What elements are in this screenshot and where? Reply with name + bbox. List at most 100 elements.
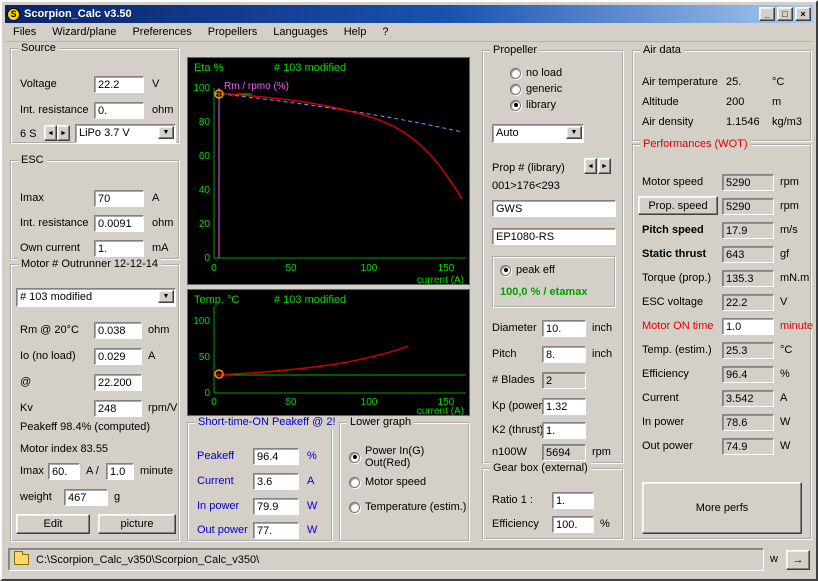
prop-spin-up-icon[interactable]: ►	[598, 158, 611, 174]
menu-help[interactable]: Help	[336, 24, 375, 41]
edit-button[interactable]: Edit	[16, 514, 90, 534]
weight-field[interactable]: 467	[64, 489, 108, 506]
radio-no-load[interactable]: no load	[510, 66, 562, 80]
radio-label: Motor speed	[365, 476, 426, 488]
out-power-unit: W	[780, 440, 790, 453]
motor-group: Motor # Outrunner 12-12-14 # 103 modifie…	[10, 264, 180, 542]
prop-mode-dropdown[interactable]: Auto ▼	[492, 124, 584, 143]
prop-speed-button[interactable]: Prop. speed	[638, 196, 718, 215]
more-perfs-button[interactable]: More perfs	[642, 482, 802, 534]
kv-label: Kv	[20, 402, 33, 415]
menu-preferences[interactable]: Preferences	[124, 24, 199, 41]
in-power-value: 78.6	[722, 414, 774, 431]
menu-files[interactable]: Files	[5, 24, 44, 41]
kv-field[interactable]: 248	[94, 400, 142, 417]
esc-own-current-field[interactable]: 1.	[94, 240, 144, 257]
air-temp-unit: °C	[772, 76, 784, 89]
temp-estim-unit: °C	[780, 344, 792, 357]
close-button[interactable]: ×	[795, 7, 811, 21]
motor-imax-label: Imax	[20, 465, 44, 478]
menu-wizard-plane[interactable]: Wizard/plane	[44, 24, 124, 41]
air-density-label: Air density	[642, 116, 693, 129]
menu-question[interactable]: ?	[374, 24, 396, 41]
x-tick: 0	[211, 263, 217, 274]
gear-efficiency-field[interactable]: 100.	[552, 516, 594, 533]
prop-brand-field[interactable]: GWS	[492, 200, 616, 217]
diameter-label: Diameter	[492, 322, 537, 335]
motor-on-time-field[interactable]: 1.0	[722, 318, 774, 335]
at-temp-field[interactable]: 22.200	[94, 374, 142, 391]
pitch-speed-unit: m/s	[780, 224, 798, 237]
pitch-label: Pitch	[492, 348, 516, 361]
esc-int-resistance-field[interactable]: 0.0091	[94, 215, 144, 232]
cells-spin-down-icon[interactable]: ◄	[44, 125, 57, 141]
peak-eff-box: peak eff 100,0 % / etamax	[492, 256, 616, 308]
torque-unit: mN.m	[780, 272, 809, 285]
radio-library[interactable]: library	[510, 98, 556, 112]
in-power-label: In power	[642, 416, 684, 429]
y-tick: 40	[199, 185, 211, 196]
motor-time-field[interactable]: 1.0	[106, 463, 134, 480]
n100w-unit: rpm	[592, 446, 611, 459]
minimize-button[interactable]: _	[759, 7, 775, 21]
esc-own-current-label: Own current	[20, 242, 80, 255]
weight-unit: g	[114, 491, 120, 504]
st-in-power-value: 79.9	[253, 498, 299, 515]
dropdown-arrow-icon[interactable]: ▼	[158, 126, 174, 139]
rm-field[interactable]: 0.038	[94, 322, 142, 339]
voltage-field[interactable]: 22.2	[94, 76, 144, 93]
motor-imax-field[interactable]: 60.	[48, 463, 80, 480]
radio-peak-eff[interactable]: peak eff	[500, 263, 555, 277]
x-tick: 100	[361, 263, 378, 274]
radio-label: Power In(G) Out(Red)	[365, 445, 468, 469]
battery-type-dropdown[interactable]: LiPo 3.7 V ▼	[75, 124, 176, 143]
torque-label: Torque (prop.)	[642, 272, 711, 285]
dropdown-arrow-icon[interactable]: ▼	[566, 126, 582, 139]
st-peakeff-label: Peakeff	[197, 450, 234, 463]
cell-count-label: 6 S	[20, 128, 37, 141]
io-unit: A	[148, 350, 155, 363]
cells-spin-up-icon[interactable]: ►	[57, 125, 70, 141]
source-int-resistance-field[interactable]: 0.	[94, 102, 144, 119]
kv-unit: rpm/V	[148, 402, 177, 415]
x-tick: 50	[285, 263, 297, 274]
blades-label: # Blades	[492, 374, 535, 387]
radio-temperature[interactable]: Temperature (estim.)	[349, 500, 466, 514]
pitch-speed-label: Pitch speed	[642, 224, 704, 237]
ratio-field[interactable]: 1.	[552, 492, 594, 509]
prop-spin-down-icon[interactable]: ◄	[584, 158, 597, 174]
motor-speed-label: Motor speed	[642, 176, 703, 189]
motor-preset-dropdown[interactable]: # 103 modified ▼	[16, 288, 176, 307]
window-title: Scorpion_Calc v3.50	[24, 8, 132, 20]
temperature-curve	[214, 346, 408, 375]
esc-imax-field[interactable]: 70	[94, 190, 144, 207]
altitude-label: Altitude	[642, 96, 679, 109]
performances-group: Performances (WOT) Motor speed 5290 rpm …	[632, 144, 812, 540]
radio-label: peak eff	[516, 264, 555, 276]
prop-speed-unit: rpm	[780, 200, 799, 213]
prop-speed-value: 5290	[722, 198, 774, 215]
y-tick: 50	[199, 352, 211, 363]
weight-label: weight	[20, 491, 52, 504]
esc-voltage-label: ESC voltage	[642, 296, 703, 309]
kp-field[interactable]: 1.32	[542, 398, 586, 415]
k2-field[interactable]: 1.	[542, 422, 586, 439]
radio-icon	[510, 100, 521, 111]
menu-languages[interactable]: Languages	[265, 24, 335, 41]
window-controls: _ □ ×	[759, 7, 811, 21]
right-arrow-icon: →	[793, 554, 804, 566]
pitch-field[interactable]: 8.	[542, 346, 586, 363]
io-field[interactable]: 0.029	[94, 348, 142, 365]
menu-propellers[interactable]: Propellers	[200, 24, 266, 41]
maximize-button[interactable]: □	[777, 7, 793, 21]
diameter-field[interactable]: 10.	[542, 320, 586, 337]
radio-label: generic	[526, 83, 562, 95]
nav-arrow-button[interactable]: →	[786, 550, 810, 570]
app-window: S Scorpion_Calc v3.50 _ □ × Files Wizard…	[0, 0, 818, 581]
dropdown-arrow-icon[interactable]: ▼	[158, 290, 174, 303]
prop-model-field[interactable]: EP1080-RS	[492, 228, 616, 245]
radio-power-in-out[interactable]: Power In(G) Out(Red)	[349, 450, 468, 464]
radio-motor-speed[interactable]: Motor speed	[349, 475, 426, 489]
radio-generic[interactable]: generic	[510, 82, 562, 96]
picture-button[interactable]: picture	[98, 514, 176, 534]
